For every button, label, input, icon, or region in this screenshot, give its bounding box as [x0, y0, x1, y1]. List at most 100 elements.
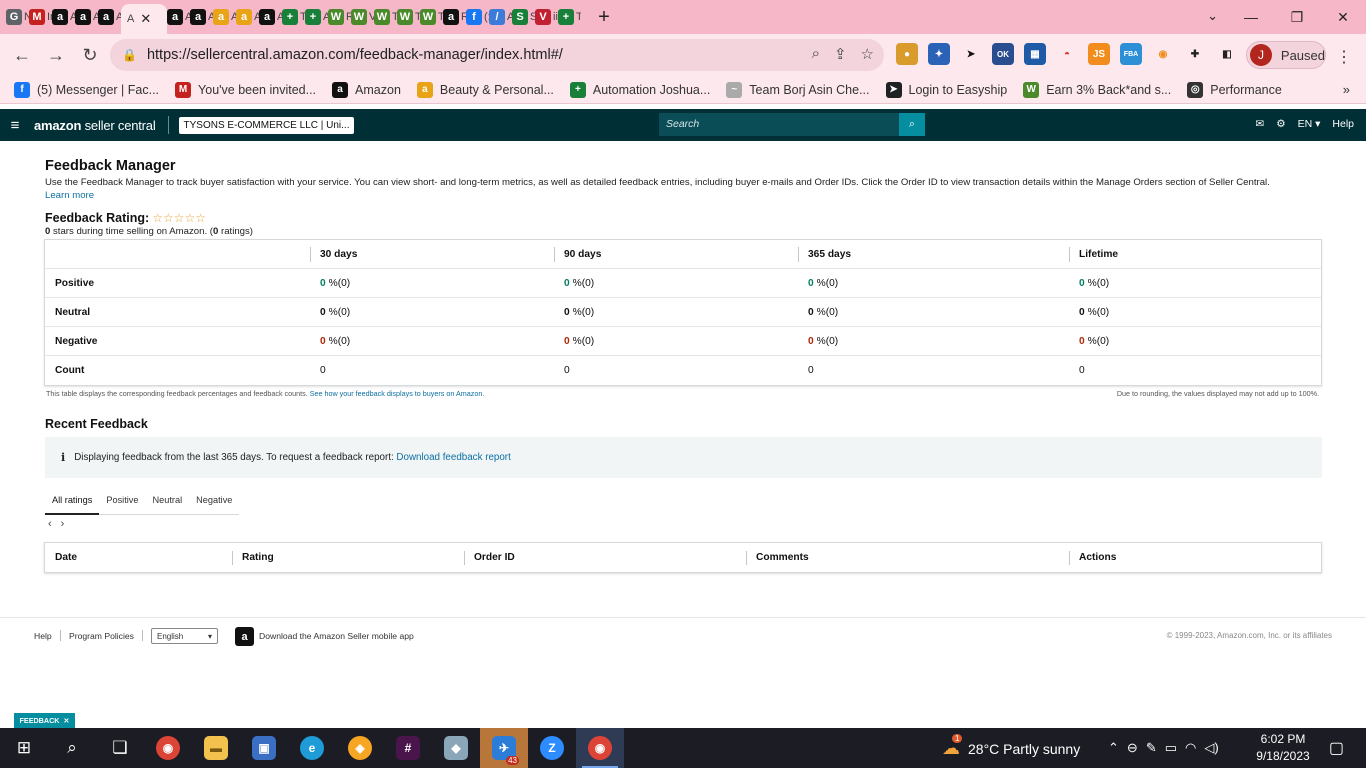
bookmark-item[interactable]: W Earn 3% Back*and s...	[1023, 81, 1171, 98]
chrome-profile-icon[interactable]: ◉	[576, 728, 624, 768]
browser-tab[interactable]: MIr	[29, 0, 52, 34]
network-app-icon[interactable]: ▣	[240, 728, 288, 768]
bookmark-item[interactable]: a Amazon	[332, 81, 401, 98]
close-window-icon[interactable]: ✕	[1320, 9, 1366, 26]
browser-tab[interactable]: WT	[374, 0, 397, 34]
restore-icon[interactable]: ❐	[1274, 9, 1320, 26]
search-icon[interactable]: ⌕	[899, 113, 925, 136]
bookmark-item[interactable]: + Automation Joshua...	[569, 81, 710, 98]
bookmark-item[interactable]: ~ Team Borj Asin Che...	[726, 81, 870, 98]
browser-tab[interactable]: aA	[213, 0, 236, 34]
chrome-icon[interactable]: ◉	[144, 728, 192, 768]
slack-icon[interactable]: #	[384, 728, 432, 768]
column-header[interactable]: Date	[45, 543, 232, 572]
pen-icon[interactable]: ✎	[1146, 740, 1157, 756]
system-clock[interactable]: 6:02 PM 9/18/2023	[1252, 731, 1314, 765]
zoom-app-icon[interactable]: Z	[528, 728, 576, 768]
learn-more-link[interactable]: Learn more	[45, 190, 94, 201]
browser-tab[interactable]: WT	[397, 0, 420, 34]
feedback-tab-button[interactable]: FEEDBACK ✕	[14, 713, 75, 728]
language-selector[interactable]: EN ▾	[1298, 118, 1321, 130]
program-policies-link[interactable]: Program Policies	[69, 631, 134, 641]
extension-cake-icon[interactable]: ●	[896, 43, 918, 65]
footer-help-link[interactable]: Help	[34, 631, 52, 641]
tab-neutral[interactable]: Neutral	[146, 491, 190, 515]
edge-icon[interactable]: e	[288, 728, 336, 768]
close-tab-icon[interactable]: ✕	[140, 11, 151, 27]
hamburger-menu-icon[interactable]: ≡	[0, 117, 30, 134]
help-link[interactable]: Help	[1332, 118, 1354, 130]
extension-grid-icon[interactable]: ▦	[1024, 43, 1046, 65]
store-selector[interactable]: TYSONS E-COMMERCE LLC | Uni...	[178, 116, 355, 134]
tab-all-ratings[interactable]: All ratings	[45, 491, 100, 515]
extension-js-icon[interactable]: JS	[1088, 43, 1110, 65]
browser-tab[interactable]: + A	[305, 0, 328, 34]
bookmark-item[interactable]: M You've been invited...	[175, 81, 316, 98]
browser-menu-icon[interactable]: ⋮	[1336, 47, 1352, 67]
extension-ok-icon[interactable]: OK	[992, 43, 1014, 65]
profile-button[interactable]: J Paused	[1246, 41, 1326, 69]
bookmark-item[interactable]: ➤ Login to Easyship	[885, 81, 1007, 98]
browser-tab[interactable]: / A	[489, 0, 512, 34]
address-bar[interactable]: 🔒 https://sellercentral.amazon.com/feedb…	[110, 39, 884, 71]
reload-icon[interactable]: ↻	[74, 39, 106, 71]
previous-page-icon[interactable]: ‹	[48, 518, 52, 530]
extension-orange-icon[interactable]: ◉	[1152, 43, 1174, 65]
file-explorer-icon[interactable]: ▬	[192, 728, 240, 768]
new-tab-button[interactable]: +	[587, 0, 621, 34]
chevron-up-icon[interactable]: ⌃	[1108, 740, 1119, 756]
browser-tab[interactable]: Vii	[535, 0, 558, 34]
browser-tab[interactable]: aA	[98, 0, 121, 34]
tab-search-icon[interactable]: ⌄	[1207, 8, 1218, 24]
minimize-icon[interactable]: —	[1228, 9, 1274, 25]
extension-helium-icon[interactable]: ✦	[928, 43, 950, 65]
vpn-icon[interactable]: ◈	[336, 728, 384, 768]
extensions-puzzle-icon[interactable]: ✚	[1184, 43, 1206, 65]
browser-tab[interactable]: + T	[282, 0, 305, 34]
browser-tab[interactable]: aA	[167, 0, 190, 34]
seller-central-logo[interactable]: amazon seller central	[34, 118, 156, 133]
browser-tab[interactable]: + T	[558, 0, 581, 34]
back-icon[interactable]: ←	[6, 39, 38, 71]
mail-icon[interactable]: ✉	[1255, 118, 1264, 130]
tab-positive[interactable]: Positive	[99, 491, 145, 515]
weather-widget[interactable]: ☁ 1 28°C Partly sunny	[942, 734, 1080, 759]
next-page-icon[interactable]: ›	[61, 518, 65, 530]
browser-tab[interactable]: aR	[443, 0, 466, 34]
start-windows-icon[interactable]: ⊞	[0, 728, 48, 768]
buyer-display-link[interactable]: See how your feedback displays to buyers…	[310, 389, 485, 398]
active-browser-tab[interactable]: A ✕	[121, 4, 167, 34]
bookmark-item[interactable]: ◎ Performance	[1187, 81, 1282, 98]
lock-icon[interactable]: 🔒	[122, 48, 137, 62]
extension-cursor-icon[interactable]: ➤	[960, 43, 982, 65]
volume-icon[interactable]: ◁)	[1204, 740, 1218, 756]
notifications-icon[interactable]: ▢	[1329, 738, 1344, 758]
download-report-link[interactable]: Download feedback report	[396, 452, 510, 463]
mail-app-icon[interactable]: ✈ 43	[480, 728, 528, 768]
meet-icon[interactable]: ⊖	[1127, 740, 1138, 756]
side-panel-icon[interactable]: ◧	[1216, 43, 1238, 65]
extension-pokeball-icon[interactable]: ◓	[1056, 43, 1078, 65]
browser-tab[interactable]: GN	[6, 0, 29, 34]
column-header[interactable]: Order ID	[464, 543, 746, 572]
browser-tab[interactable]: aA	[190, 0, 213, 34]
bookmark-item[interactable]: f (5) Messenger | Fac...	[14, 81, 159, 98]
task-view-icon[interactable]: ❏	[96, 728, 144, 768]
forward-icon[interactable]: →	[40, 39, 72, 71]
browser-tab[interactable]: WR	[328, 0, 351, 34]
browser-tab[interactable]: WT	[420, 0, 443, 34]
notes-app-icon[interactable]: ◆	[432, 728, 480, 768]
footer-language-select[interactable]: English ▾	[151, 628, 218, 644]
browser-tab[interactable]: aA	[236, 0, 259, 34]
browser-tab[interactable]: f(:	[466, 0, 489, 34]
browser-tab[interactable]: aA	[259, 0, 282, 34]
tab-negative[interactable]: Negative	[189, 491, 239, 515]
settings-gear-icon[interactable]: ⚙	[1276, 118, 1285, 130]
browser-tab[interactable]: WV	[351, 0, 374, 34]
amazon-app-icon[interactable]: a	[235, 627, 254, 646]
wifi-icon[interactable]: ◠	[1185, 740, 1196, 756]
browser-tab[interactable]: aA	[75, 0, 98, 34]
battery-icon[interactable]: ▭	[1165, 740, 1177, 756]
bookmark-item[interactable]: a Beauty & Personal...	[416, 81, 554, 98]
share-icon[interactable]: ⇪	[834, 45, 847, 63]
